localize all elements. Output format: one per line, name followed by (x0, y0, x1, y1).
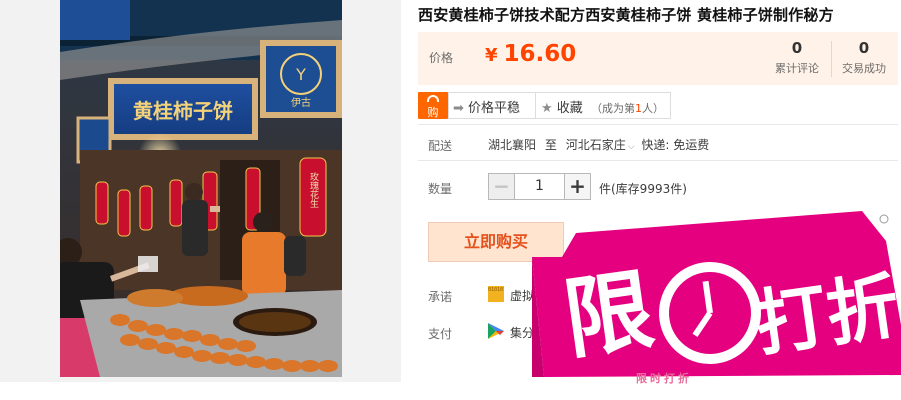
bag-handle (427, 95, 439, 102)
promise-text[interactable]: 虚拟 (510, 287, 534, 304)
arrow-right-icon: ➡ (453, 101, 464, 116)
price-panel: 价格 ¥16.60 0 累计评论 0 交易成功 (418, 32, 898, 85)
product-title: 西安黄桂柿子饼技术配方西安黄桂柿子饼 黄桂柿子饼制作秘方 (418, 6, 834, 24)
price-label: 价格 (429, 51, 454, 65)
quantity-increase-button[interactable]: + (564, 173, 591, 200)
payment-label: 支付 (428, 327, 453, 341)
shopping-bag-icon[interactable]: 购 (418, 92, 448, 119)
ship-to-word: 至 (544, 138, 557, 152)
promo-caption: 限时打折 (636, 372, 692, 385)
favorite-note: （成为第1人） (591, 102, 664, 115)
points-pay-icon (488, 323, 504, 339)
stat-sales[interactable]: 0 交易成功 (830, 39, 898, 76)
chevron-down-icon: ⌵ (627, 142, 635, 152)
virtual-goods-icon: 010101 (488, 286, 504, 302)
discount-promo-banner[interactable]: 限 打折 (532, 205, 901, 380)
favorite-label: 收藏 (556, 101, 583, 116)
ship-from: 湖北襄阳 (488, 138, 537, 152)
price-trend-button[interactable]: ➡ 价格平稳 (453, 97, 520, 116)
shipping-info: 湖北襄阳 至 河北石家庄 ⌵ 快递: 免运费 (488, 136, 709, 153)
payment-text[interactable]: 集分 (510, 324, 534, 341)
promo-text-limit: 限 (558, 257, 659, 371)
photo-lantern-text: 玫瑰花生 (308, 171, 319, 208)
favorite-note-prefix: （成为第 (590, 102, 635, 115)
ship-method: 快递: 免运费 (641, 138, 710, 152)
stat-reviews-label: 累计评论 (775, 62, 819, 75)
quantity-input[interactable]: 1 (515, 173, 564, 200)
promise-label: 承诺 (428, 290, 453, 304)
svg-text:Y: Y (295, 65, 306, 84)
stat-sales-count: 0 (858, 39, 870, 57)
ship-to-dropdown[interactable]: 河北石家庄 ⌵ (566, 138, 638, 152)
stat-reviews[interactable]: 0 累计评论 (763, 39, 831, 76)
product-main-image[interactable]: 黄桂柿子饼 Y 伊古 玫瑰花生 (60, 0, 342, 377)
stat-sales-label: 交易成功 (842, 62, 886, 75)
stat-reviews-count: 0 (791, 39, 803, 57)
divider (418, 160, 898, 161)
price-value: ¥16.60 (485, 41, 576, 67)
currency-symbol: ¥ (485, 45, 498, 66)
star-icon: ★ (541, 101, 553, 116)
stock-info: 件(库存9993件) (599, 182, 687, 196)
favorite-note-rank: 1 (634, 102, 642, 115)
favorite-note-suffix: 人） (641, 102, 664, 115)
buy-badge-text: 购 (427, 106, 439, 119)
quantity-decrease-button[interactable]: − (488, 173, 515, 200)
ship-to: 河北石家庄 (565, 138, 626, 152)
product-page: 黄桂柿子饼 Y 伊古 玫瑰花生 西安黄桂柿子饼技术配方西安黄桂柿子饼 黄桂柿子饼… (0, 0, 901, 400)
product-photo-illustration: 黄桂柿子饼 Y 伊古 玫瑰花生 (60, 0, 342, 377)
photo-sign-text: 黄桂柿子饼 (133, 99, 233, 123)
tool-separator (535, 93, 536, 118)
price-amount: 16.60 (503, 41, 577, 67)
quantity-label: 数量 (428, 182, 453, 196)
shipping-label: 配送 (428, 139, 453, 153)
favorite-button[interactable]: ★ 收藏 （成为第1人） (541, 97, 664, 116)
photo-shop-mark: 伊古 (291, 96, 311, 109)
price-trend-label: 价格平稳 (468, 101, 521, 116)
tool-box: ➡ 价格平稳 ★ 收藏 （成为第1人） (448, 92, 671, 119)
divider (418, 124, 898, 125)
